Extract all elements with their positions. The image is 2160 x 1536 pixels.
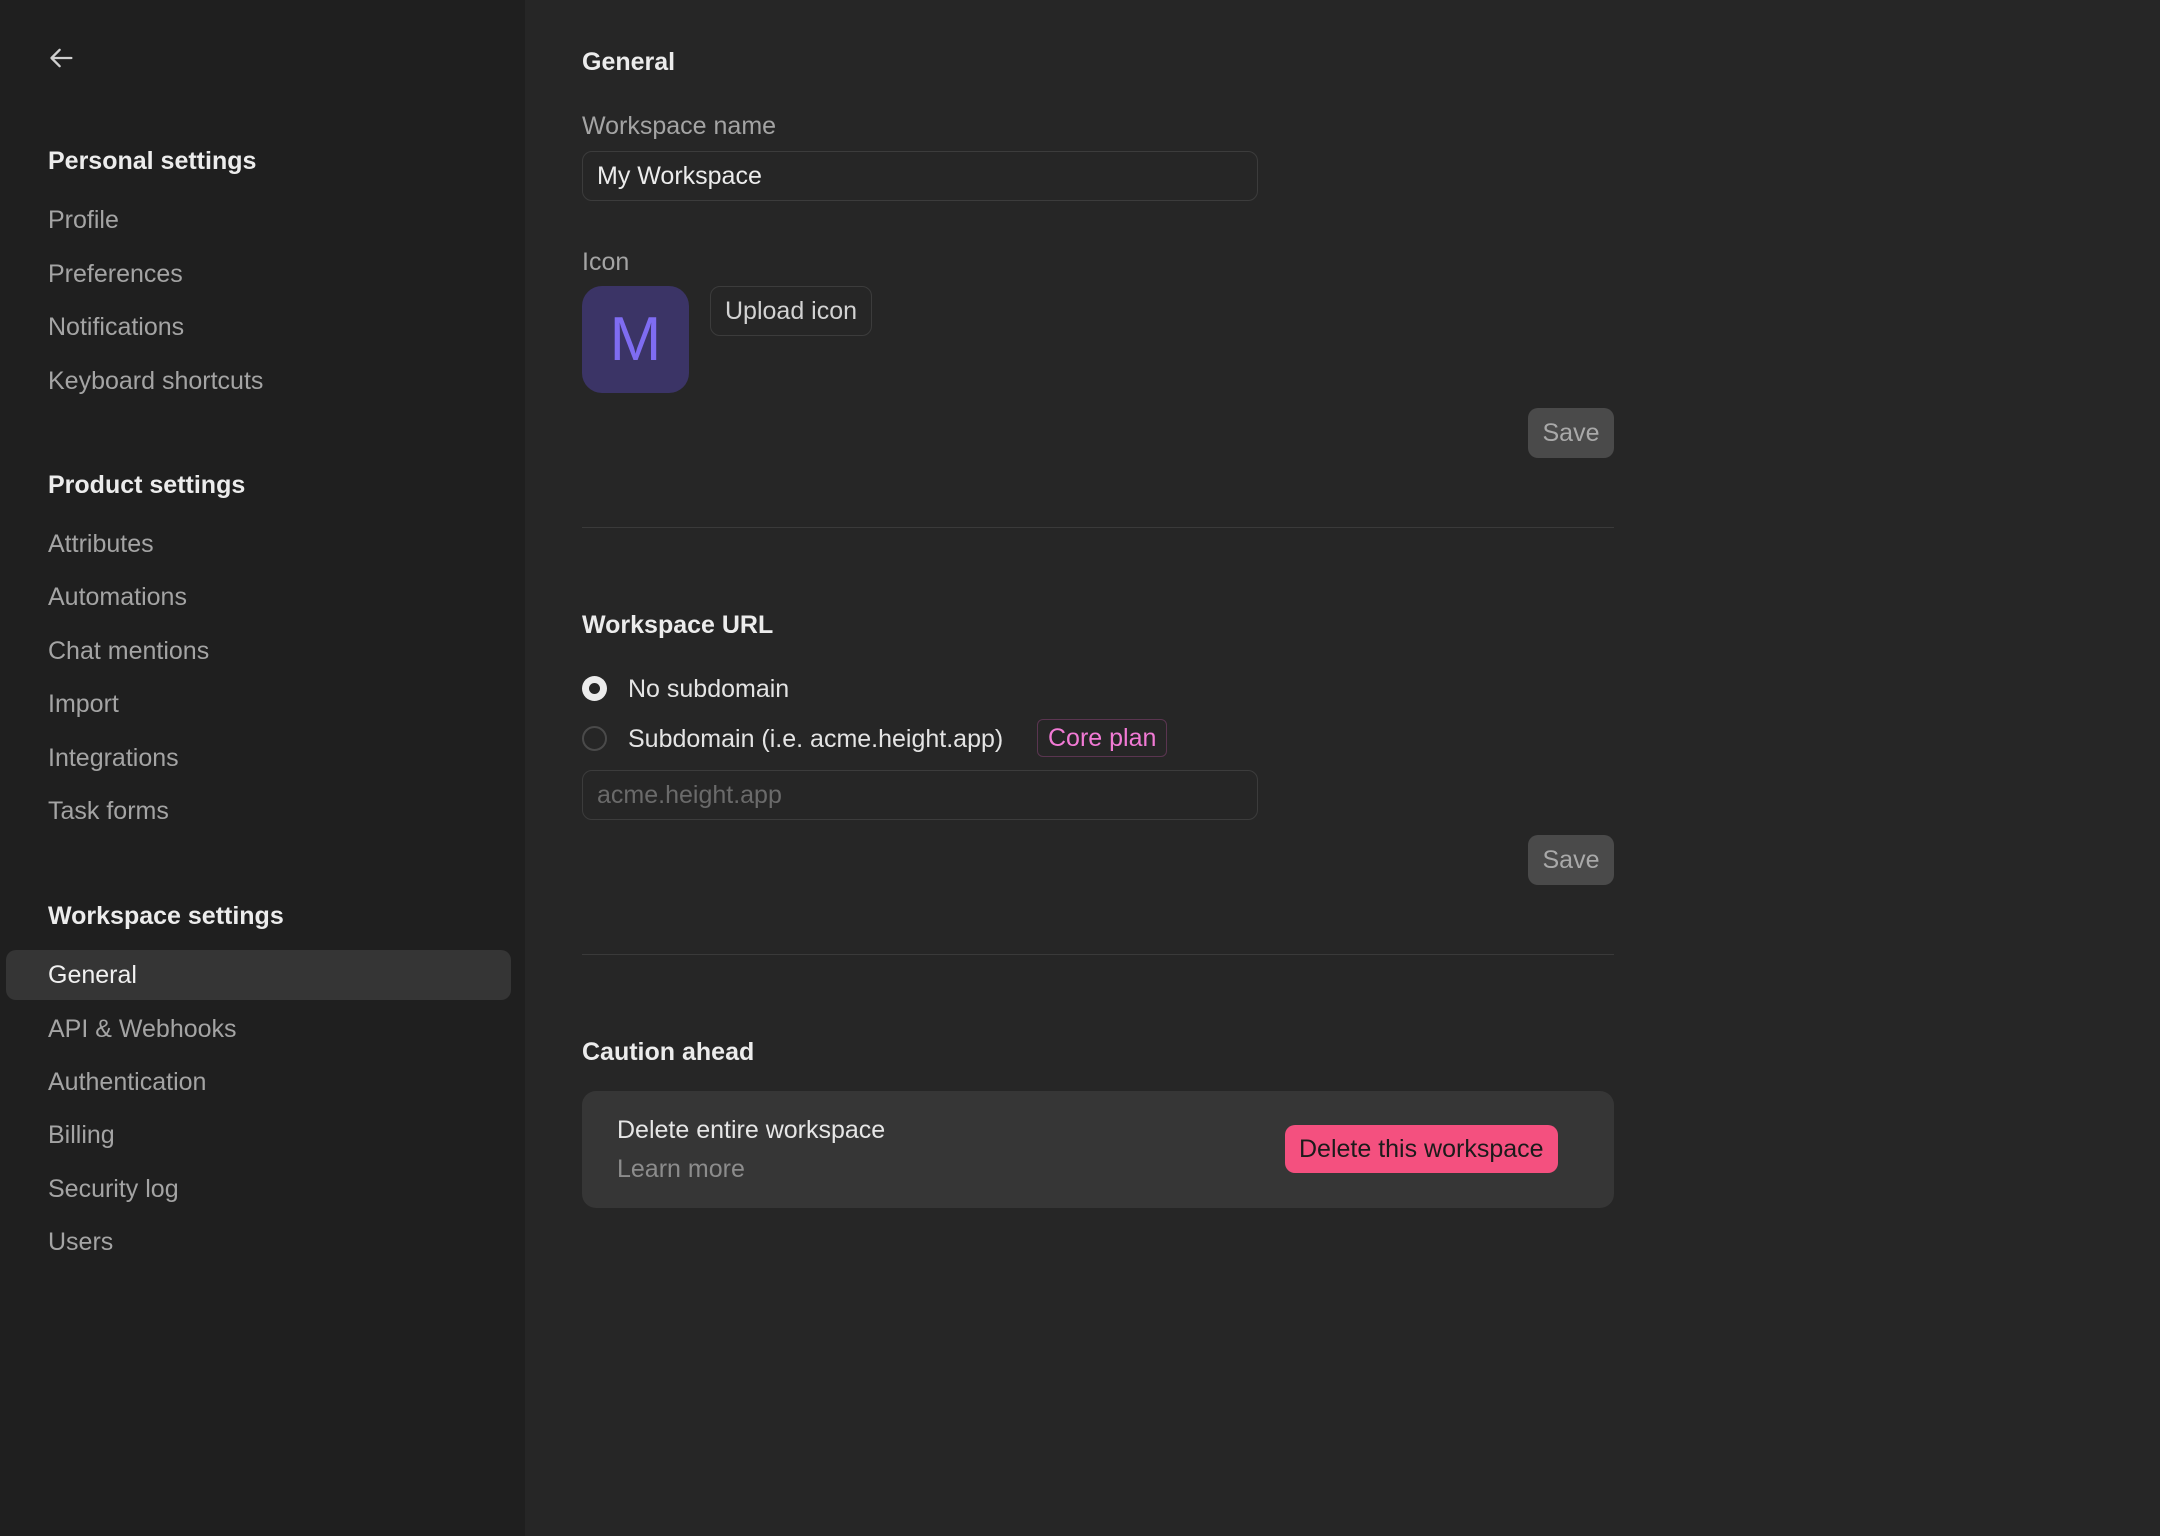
personal-settings-heading: Personal settings bbox=[48, 147, 257, 175]
sidebar-item-attributes[interactable]: Attributes bbox=[6, 519, 511, 569]
workspace-icon-letter: M bbox=[609, 305, 662, 374]
sidebar-item-profile[interactable]: Profile bbox=[6, 195, 511, 245]
learn-more-link[interactable]: Learn more bbox=[617, 1155, 745, 1184]
main-content: General Workspace name Icon M Upload ico… bbox=[525, 0, 2160, 1536]
settings-app: Personal settings Profile Preferences No… bbox=[0, 0, 2160, 1536]
section-divider bbox=[582, 527, 1614, 528]
sidebar-item-api-webhooks[interactable]: API & Webhooks bbox=[6, 1004, 511, 1054]
radio-subdomain[interactable] bbox=[582, 726, 607, 751]
sidebar-item-import[interactable]: Import bbox=[6, 679, 511, 729]
workspace-name-input[interactable] bbox=[582, 151, 1258, 201]
product-settings-heading: Product settings bbox=[48, 471, 246, 499]
workspace-name-label: Workspace name bbox=[582, 112, 777, 140]
core-plan-badge: Core plan bbox=[1037, 719, 1168, 757]
delete-workspace-button[interactable]: Delete this workspace bbox=[1285, 1125, 1558, 1173]
workspace-url-title: Workspace URL bbox=[582, 611, 774, 639]
sidebar-item-users[interactable]: Users bbox=[6, 1217, 511, 1267]
radio-no-subdomain[interactable] bbox=[582, 676, 607, 701]
sidebar-item-billing[interactable]: Billing bbox=[6, 1110, 511, 1160]
subdomain-label[interactable]: Subdomain (i.e. acme.height.app) bbox=[628, 725, 1003, 754]
caution-title: Caution ahead bbox=[582, 1038, 755, 1066]
no-subdomain-label[interactable]: No subdomain bbox=[628, 675, 789, 704]
sidebar-item-keyboard-shortcuts[interactable]: Keyboard shortcuts bbox=[6, 356, 511, 406]
sidebar-item-preferences[interactable]: Preferences bbox=[6, 249, 511, 299]
back-button[interactable] bbox=[44, 40, 80, 76]
arrow-left-icon bbox=[50, 48, 73, 68]
delete-workspace-card: Delete entire workspace Learn more Delet… bbox=[582, 1091, 1614, 1208]
subdomain-input[interactable] bbox=[582, 770, 1258, 820]
sidebar-item-security-log[interactable]: Security log bbox=[6, 1164, 511, 1214]
sidebar: Personal settings Profile Preferences No… bbox=[0, 0, 525, 1536]
sidebar-item-general[interactable]: General bbox=[6, 950, 511, 1000]
general-title: General bbox=[582, 48, 676, 76]
sidebar-item-integrations[interactable]: Integrations bbox=[6, 733, 511, 783]
sidebar-item-authentication[interactable]: Authentication bbox=[6, 1057, 511, 1107]
upload-icon-button[interactable]: Upload icon bbox=[710, 286, 873, 336]
delete-card-title: Delete entire workspace bbox=[617, 1116, 886, 1144]
sidebar-item-task-forms[interactable]: Task forms bbox=[6, 786, 511, 836]
sidebar-item-notifications[interactable]: Notifications bbox=[6, 302, 511, 352]
workspace-settings-heading: Workspace settings bbox=[48, 902, 284, 930]
sidebar-item-automations[interactable]: Automations bbox=[6, 572, 511, 622]
sidebar-item-chat-mentions[interactable]: Chat mentions bbox=[6, 626, 511, 676]
save-general-button[interactable]: Save bbox=[1528, 408, 1614, 458]
section-divider bbox=[582, 954, 1614, 955]
icon-label: Icon bbox=[582, 248, 630, 276]
workspace-icon[interactable]: M bbox=[582, 286, 689, 393]
save-url-button[interactable]: Save bbox=[1528, 835, 1614, 885]
